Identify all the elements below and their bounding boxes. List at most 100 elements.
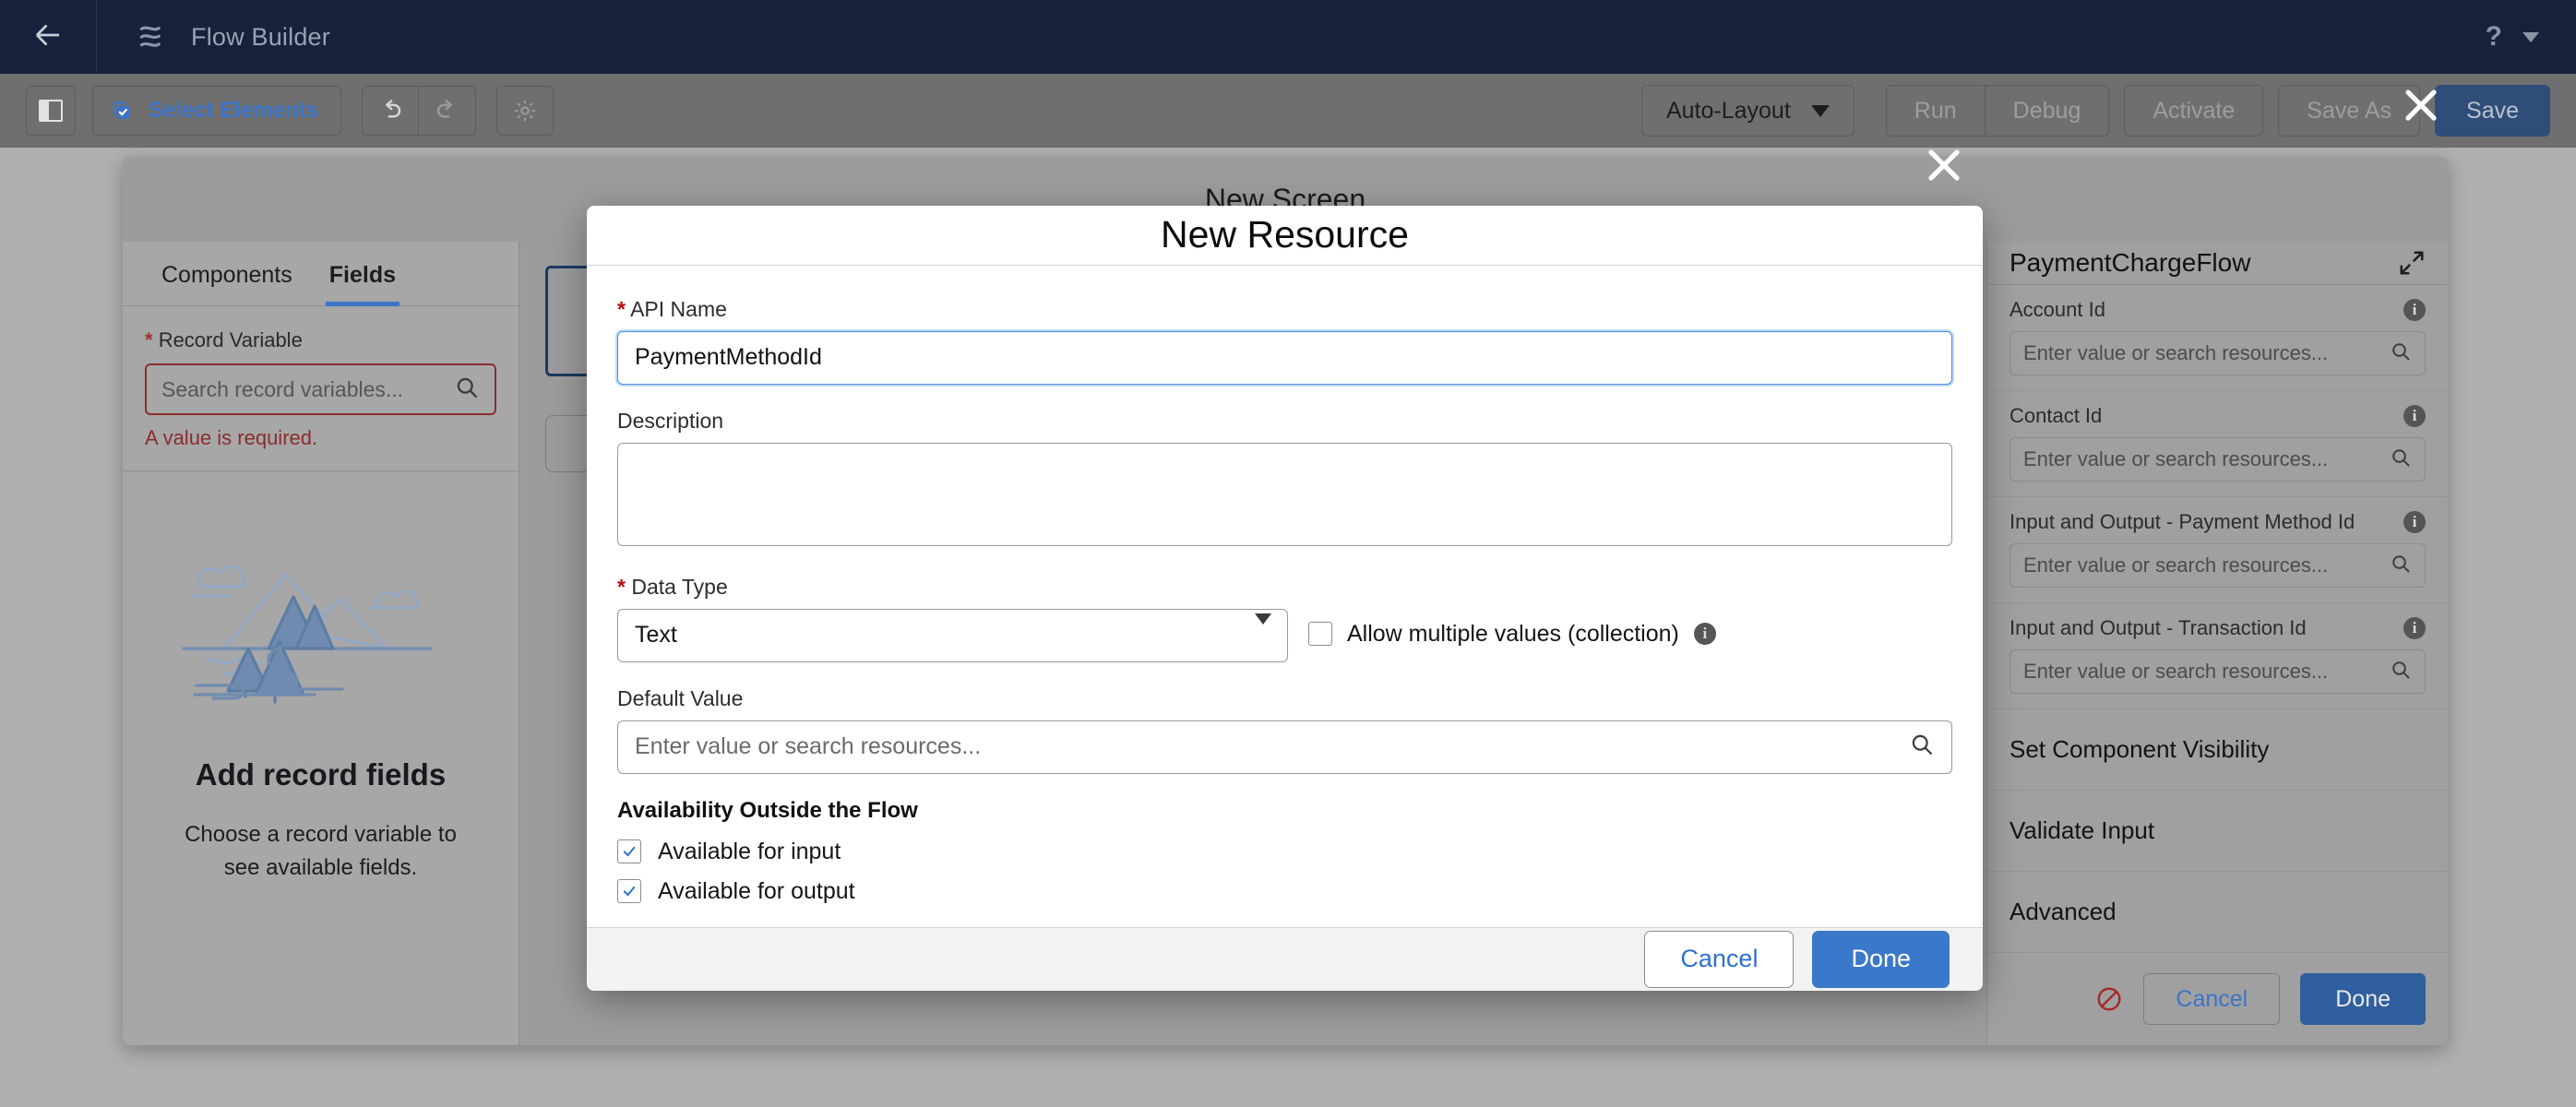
description-group: Description: [617, 409, 1952, 551]
allow-multiple-values-checkbox[interactable]: [1308, 622, 1332, 647]
default-value-placeholder: Enter value or search resources...: [635, 733, 982, 760]
required-asterisk: *: [145, 328, 153, 351]
arrow-left-icon: [31, 18, 65, 56]
modal-header: New Resource: [587, 206, 1983, 266]
auto-layout-label: Auto-Layout: [1665, 97, 1791, 124]
activate-button[interactable]: Activate: [2124, 85, 2264, 137]
property-field-placeholder: Enter value or search resources...: [2023, 447, 2329, 470]
search-icon[interactable]: [2390, 446, 2412, 473]
property-field-row: Input and Output - Payment Method Id i E…: [1987, 497, 2448, 603]
topnav-right-group: ?: [2486, 23, 2576, 51]
brand: Flow Builder: [97, 19, 330, 54]
search-icon[interactable]: [2390, 553, 2412, 579]
availability-title: Availability Outside the Flow: [617, 797, 918, 823]
property-field-placeholder: Enter value or search resources...: [2023, 341, 2329, 364]
modal-cancel-button[interactable]: Cancel: [1644, 930, 1795, 988]
api-name-input[interactable]: [617, 330, 1952, 385]
no-entry-icon: [2095, 985, 2123, 1013]
search-icon[interactable]: [1909, 732, 1935, 762]
property-field-input[interactable]: Enter value or search resources...: [2010, 437, 2426, 482]
data-type-value: Text: [635, 622, 677, 649]
close-icon-screen[interactable]: [1922, 143, 1966, 187]
property-field-label: Contact Id: [2010, 404, 2103, 427]
info-icon[interactable]: i: [2403, 405, 2426, 427]
required-asterisk: *: [617, 574, 626, 599]
flow-logo-icon: [136, 19, 171, 54]
undo-icon[interactable]: [362, 86, 420, 136]
chevron-down-icon[interactable]: [2522, 31, 2539, 42]
flow-actions-group: Run Debug Activate Save As Save: [1885, 85, 2550, 137]
api-name-label: * API Name: [617, 296, 727, 321]
help-icon[interactable]: ?: [2486, 23, 2502, 51]
available-for-input-row: Available for input: [617, 839, 1952, 865]
modal-footer: Cancel Done: [587, 926, 1983, 991]
property-field-row: Input and Output - Transaction Id i Ente…: [1987, 603, 2448, 709]
api-name-group: * API Name: [617, 297, 1952, 385]
data-type-group: * Data Type Text Allow multiple values (…: [617, 575, 1952, 662]
description-label: Description: [617, 408, 724, 433]
property-field-label: Input and Output - Payment Method Id: [2010, 510, 2355, 533]
panel-done-button[interactable]: Done: [2300, 973, 2426, 1025]
search-icon[interactable]: [2390, 340, 2412, 367]
gear-icon[interactable]: [496, 86, 555, 136]
available-for-input-checkbox[interactable]: [617, 839, 641, 864]
default-value-label: Default Value: [617, 685, 744, 710]
select-elements-button[interactable]: Select Elements: [92, 86, 342, 136]
app-title: Flow Builder: [191, 22, 330, 51]
back-button[interactable]: [0, 0, 97, 74]
checkbox-copy-icon: [110, 99, 134, 123]
panel-toggle-icon[interactable]: [26, 86, 76, 136]
info-icon[interactable]: i: [2403, 511, 2426, 533]
section-set-component-visibility[interactable]: Set Component Visibility: [1987, 709, 2448, 791]
tab-components[interactable]: Components: [143, 242, 311, 305]
description-textarea[interactable]: [617, 442, 1952, 546]
property-field-input[interactable]: Enter value or search resources...: [2010, 649, 2426, 694]
property-field-placeholder: Enter value or search resources...: [2023, 660, 2329, 683]
property-field-label: Input and Output - Transaction Id: [2010, 616, 2307, 639]
close-icon-toolbar[interactable]: [2399, 83, 2443, 127]
search-icon[interactable]: [454, 375, 480, 405]
default-value-input[interactable]: Enter value or search resources...: [617, 720, 1952, 774]
mountain-river-trees-illustration: [169, 545, 473, 711]
section-advanced[interactable]: Advanced: [1987, 872, 2448, 953]
modal-title: New Resource: [1161, 213, 1409, 256]
search-icon[interactable]: [2390, 659, 2412, 685]
undo-redo-group: [362, 86, 477, 136]
section-validate-input[interactable]: Validate Input: [1987, 791, 2448, 872]
property-field-input[interactable]: Enter value or search resources...: [2010, 331, 2426, 375]
available-for-output-checkbox[interactable]: [617, 879, 641, 904]
info-icon[interactable]: i: [1693, 623, 1716, 646]
default-value-group: Default Value Enter value or search reso…: [617, 686, 1952, 774]
properties-column: PaymentChargeFlow Account Id i Enter val…: [1986, 242, 2448, 1045]
modal-body: * API Name Description * Data Type Text: [587, 266, 1983, 927]
info-icon[interactable]: i: [2403, 299, 2426, 321]
data-type-select[interactable]: Text: [617, 608, 1288, 662]
record-variable-input[interactable]: Search record variables...: [145, 363, 496, 415]
properties-title: PaymentChargeFlow: [2010, 248, 2251, 277]
new-resource-modal: New Resource * API Name Description * Da…: [587, 206, 1983, 991]
run-button[interactable]: Run: [1885, 85, 1986, 137]
modal-done-button[interactable]: Done: [1812, 930, 1950, 988]
empty-state-subtitle: Choose a record variable to see availabl…: [185, 822, 457, 880]
data-type-label: * Data Type: [617, 574, 728, 599]
property-field-row: Contact Id i Enter value or search resou…: [1987, 391, 2448, 497]
chevron-down-icon: [1810, 104, 1830, 117]
auto-layout-dropdown[interactable]: Auto-Layout: [1640, 85, 1854, 137]
expand-icon[interactable]: [2398, 249, 2426, 277]
save-button[interactable]: Save: [2435, 85, 2550, 137]
fields-empty-state: Add record fields Choose a record variab…: [123, 471, 519, 885]
property-field-label: Account Id: [2010, 298, 2105, 321]
required-asterisk: *: [617, 296, 626, 321]
info-icon[interactable]: i: [2403, 617, 2426, 639]
property-field-row: Account Id i Enter value or search resou…: [1987, 285, 2448, 391]
redo-icon[interactable]: [419, 86, 477, 136]
tab-fields[interactable]: Fields: [311, 242, 414, 306]
left-palette-column: Components Fields * Record Variable Sear…: [123, 242, 519, 1045]
record-variable-label: * Record Variable: [145, 328, 303, 351]
property-field-placeholder: Enter value or search resources...: [2023, 554, 2329, 577]
empty-state-title: Add record fields: [195, 757, 447, 792]
property-field-input[interactable]: Enter value or search resources...: [2010, 543, 2426, 588]
debug-button[interactable]: Debug: [1985, 85, 2110, 137]
record-variable-error: A value is required.: [145, 426, 318, 449]
panel-cancel-button[interactable]: Cancel: [2143, 973, 2281, 1025]
